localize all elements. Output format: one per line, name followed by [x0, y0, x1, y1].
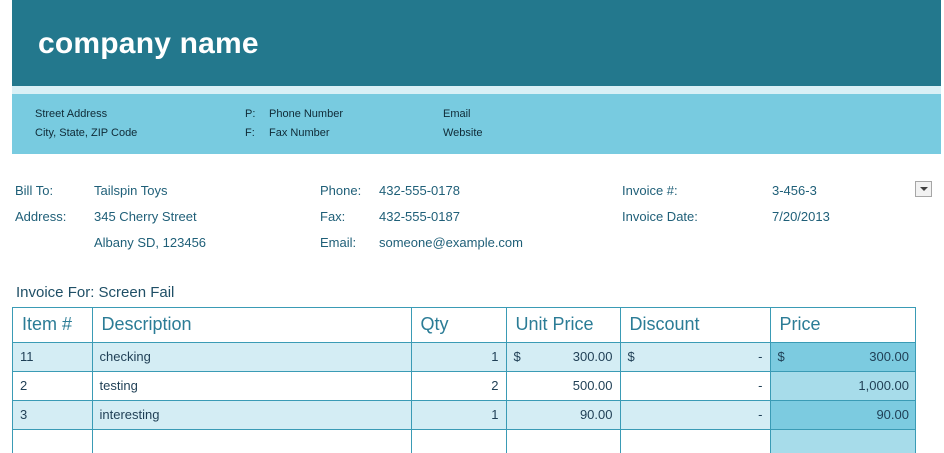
- discount-value: -: [758, 407, 763, 422]
- header-price[interactable]: Price: [769, 308, 915, 343]
- description-cell[interactable]: [91, 429, 411, 453]
- qty-cell[interactable]: 1: [410, 342, 506, 372]
- table-row: 3 interesting 1 90.00 - 90.00: [13, 400, 915, 430]
- currency-symbol: [514, 378, 522, 393]
- unit-price-value: 300.00: [572, 349, 613, 364]
- item-number-cell[interactable]: 3: [13, 400, 92, 430]
- unit-price-cell[interactable]: [505, 429, 620, 453]
- company-name[interactable]: company name: [38, 27, 259, 61]
- discount-cell[interactable]: -: [619, 400, 770, 430]
- header-qty[interactable]: Qty: [410, 308, 506, 343]
- header-item-number[interactable]: Item #: [13, 308, 92, 343]
- company-email[interactable]: Email: [443, 108, 471, 120]
- currency-symbol: $: [513, 349, 521, 364]
- discount-cell[interactable]: [619, 429, 770, 453]
- price-value: 300.00: [869, 349, 909, 364]
- chevron-down-icon: [920, 187, 928, 191]
- phone-label: Phone:: [320, 183, 362, 198]
- qty-cell[interactable]: [410, 429, 506, 453]
- item-number-cell[interactable]: 2: [13, 371, 92, 401]
- table-header-row: Item # Description Qty Unit Price Discou…: [13, 308, 915, 343]
- fax-value[interactable]: 432-555-0187: [379, 209, 460, 224]
- description-cell[interactable]: testing: [91, 371, 411, 401]
- phone-prefix: P:: [245, 108, 256, 120]
- discount-value: -: [758, 349, 763, 364]
- currency-symbol: $: [777, 349, 785, 364]
- invoice-date-label: Invoice Date:: [622, 209, 698, 224]
- price-value: 1,000.00: [858, 378, 909, 393]
- address-line-1[interactable]: 345 Cherry Street: [94, 209, 197, 224]
- email-value[interactable]: someone@example.com: [379, 235, 523, 250]
- price-cell[interactable]: 1,000.00: [769, 371, 915, 401]
- bill-to-value[interactable]: Tailspin Toys: [94, 183, 167, 198]
- price-value: 90.00: [876, 407, 909, 422]
- unit-price-value: 90.00: [579, 407, 613, 422]
- currency-symbol: [778, 407, 786, 422]
- fax-prefix: F:: [245, 127, 255, 139]
- table-row: 2 testing 2 500.00 - 1,000.00: [13, 371, 915, 401]
- discount-cell[interactable]: -: [619, 371, 770, 401]
- street-address[interactable]: Street Address: [35, 108, 107, 120]
- header-unit-price[interactable]: Unit Price: [505, 308, 620, 343]
- header-discount[interactable]: Discount: [619, 308, 770, 343]
- address-line-2[interactable]: Albany SD, 123456: [94, 235, 206, 250]
- currency-symbol: $: [627, 349, 635, 364]
- price-cell[interactable]: $300.00: [769, 342, 915, 372]
- currency-symbol: [514, 407, 522, 422]
- table-row: 11 checking 1 $300.00 $ - $300.00: [13, 342, 915, 372]
- discount-value: -: [758, 378, 763, 393]
- currency-symbol: [628, 378, 636, 393]
- price-cell[interactable]: [769, 429, 915, 453]
- email-label: Email:: [320, 235, 357, 250]
- item-number-cell[interactable]: [13, 429, 92, 453]
- header-description[interactable]: Description: [91, 308, 411, 343]
- unit-price-cell[interactable]: 500.00: [505, 371, 620, 401]
- company-website[interactable]: Website: [443, 127, 483, 139]
- invoice-date-value[interactable]: 7/20/2013: [772, 209, 830, 224]
- table-row-empty: [13, 429, 915, 453]
- currency-symbol: [778, 378, 786, 393]
- invoice-for-title[interactable]: Invoice For: Screen Fail: [16, 284, 174, 301]
- invoice-number-value[interactable]: 3-456-3: [772, 183, 817, 198]
- currency-symbol: [628, 407, 636, 422]
- discount-cell[interactable]: $ -: [619, 342, 770, 372]
- price-cell[interactable]: 90.00: [769, 400, 915, 430]
- header-divider: [12, 86, 941, 94]
- phone-value[interactable]: 432-555-0178: [379, 183, 460, 198]
- unit-price-value: 500.00: [572, 378, 613, 393]
- company-fax[interactable]: Fax Number: [269, 127, 330, 139]
- unit-price-cell[interactable]: 90.00: [505, 400, 620, 430]
- city-state-zip[interactable]: City, State, ZIP Code: [35, 127, 137, 139]
- address-label: Address:: [15, 209, 67, 224]
- cell-dropdown-button[interactable]: [915, 181, 932, 197]
- description-cell[interactable]: interesting: [91, 400, 411, 430]
- item-number-cell[interactable]: 11: [13, 342, 92, 372]
- fax-label: Fax:: [320, 209, 346, 224]
- contact-band: [12, 94, 941, 154]
- unit-price-cell[interactable]: $300.00: [505, 342, 620, 372]
- qty-cell[interactable]: 1: [410, 400, 506, 430]
- qty-cell[interactable]: 2: [410, 371, 506, 401]
- invoice-table: Item # Description Qty Unit Price Discou…: [12, 307, 916, 453]
- company-phone[interactable]: Phone Number: [269, 108, 343, 120]
- bill-to-label: Bill To:: [15, 183, 54, 198]
- invoice-number-label: Invoice #:: [622, 183, 678, 198]
- description-cell[interactable]: checking: [91, 342, 411, 372]
